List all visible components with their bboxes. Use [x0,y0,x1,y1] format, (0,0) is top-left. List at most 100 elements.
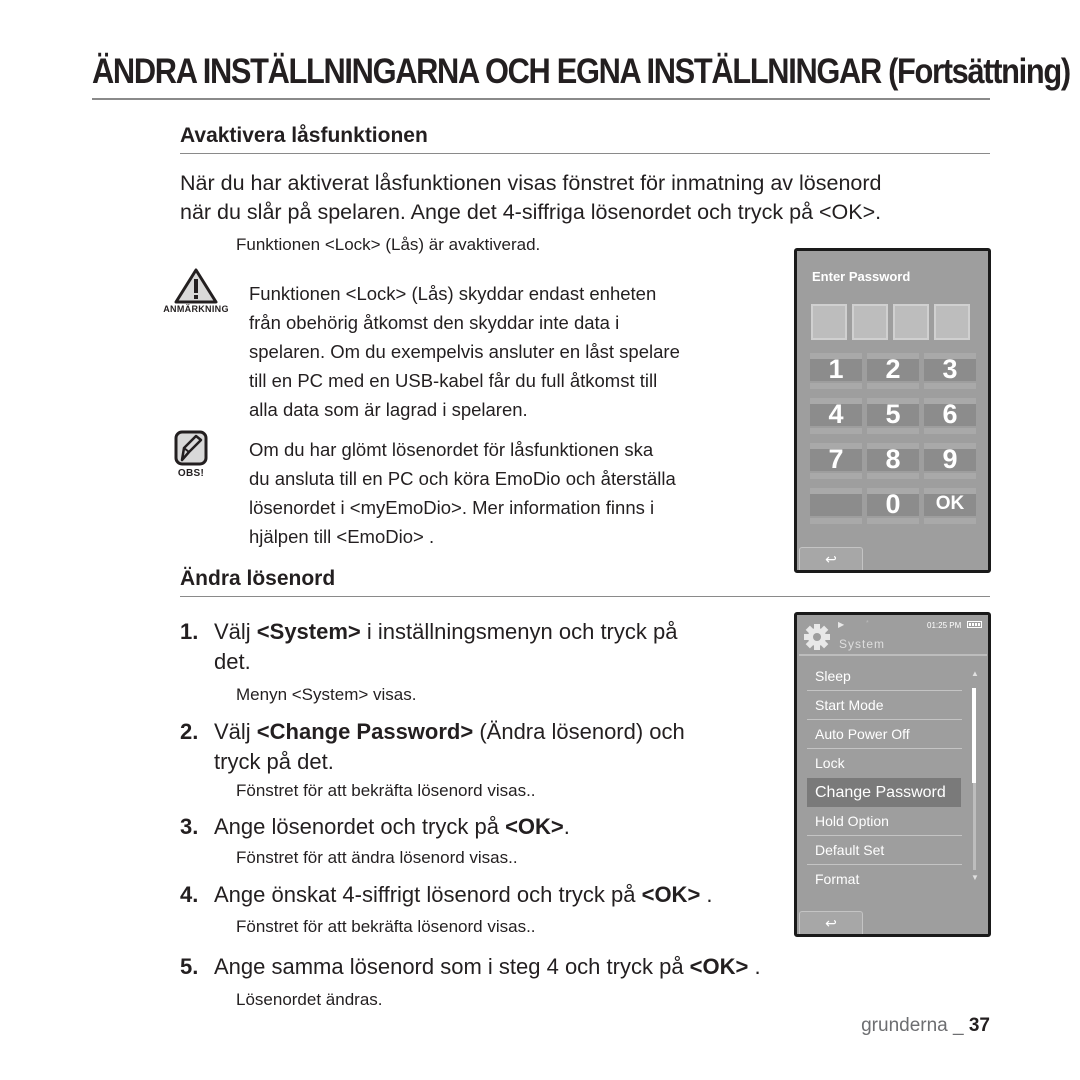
step-text: (Ändra lösenord) och [473,719,685,744]
back-arrow-icon: ↩ [825,551,837,567]
obs-line: Om du har glömt lösenordet för låsfunkti… [249,439,654,460]
clock: 01:25 PM [927,621,962,630]
back-button[interactable]: ↩ [799,547,863,570]
step-text: . [700,882,713,907]
step-2-result: Fönstret för att bekräfta lösenord visas… [236,781,536,800]
password-digit-box [852,304,888,340]
step-keyword: <OK> [505,814,564,839]
page-number: 37 [968,1015,990,1036]
key-label: 6 [942,399,958,429]
note-text: Funktionen <Lock> (Lås) skyddar endast e… [249,279,680,424]
key-3[interactable]: 3 [924,353,976,389]
obs-label: OBS! [177,468,205,479]
step-number: 2. [180,719,199,744]
section-divider [180,153,990,154]
step-text: Ange samma lösenord som i steg 4 och try… [214,954,690,979]
step-5-result: Lösenordet ändras. [236,990,383,1009]
key-6[interactable]: 6 [924,398,976,434]
note-label: ANMÄRKNING [163,304,229,314]
password-screen-title: Enter Password [812,269,911,284]
step-keyword: <OK> [689,954,749,979]
play-icon: ▶ [838,620,845,629]
obs-line: hjälpen till <EmoDio> . [249,526,435,547]
key-5[interactable]: 5 [867,398,919,434]
key-label: 8 [885,444,901,474]
key-9[interactable]: 9 [924,443,976,479]
step-text: Välj [214,719,257,744]
intro-line-1: När du har aktiverat låsfunktionen visas… [180,171,882,195]
back-button[interactable]: ↩ [799,911,863,934]
system-screen: ▶ * 01:25 PM System Sleep Start Mode Aut… [794,612,991,937]
password-digit-boxes [811,304,970,340]
obs-text: Om du har glömt lösenordet för låsfunkti… [249,435,676,551]
password-digit-box [893,304,929,340]
obs-line: du ansluta till en PC och köra EmoDio oc… [249,468,676,489]
battery-icon [967,621,982,628]
back-arrow-icon: ↩ [825,915,837,931]
step-2: 2. Välj <Change Password> (Ändra lösenord… [180,717,685,747]
step-text: . [748,954,761,979]
footer-section: grunderna _ [861,1015,969,1036]
scroll-up-icon[interactable]: ▲ [971,669,979,678]
scroll-down-icon[interactable]: ▼ [971,873,979,882]
step-3-result: Fönstret för att ändra lösenord visas.. [236,848,518,867]
password-digit-box [811,304,847,340]
step-text: Ange lösenordet och tryck på [214,814,506,839]
password-digit-box [934,304,970,340]
step-3: 3. Ange lösenordet och tryck på <OK>. [180,812,570,842]
menu-item-default-set[interactable]: Default Set [807,836,962,865]
step-text: Välj [214,619,257,644]
key-blank [810,488,862,524]
key-4[interactable]: 4 [810,398,862,434]
section-heading-change: Ändra lösenord [180,567,336,590]
note-block-icon: ANMÄRKNING [160,268,232,314]
warning-triangle-icon [174,268,218,304]
step-keyword: <OK> [641,882,701,907]
menu-item-lock[interactable]: Lock [807,749,962,778]
key-label: 3 [942,354,958,384]
key-1[interactable]: 1 [810,353,862,389]
step-number: 4. [180,882,199,907]
password-screen: Enter Password 1 2 3 4 5 6 7 8 9 0 OK ↩ [794,248,991,573]
scrollbar-thumb[interactable] [972,688,976,783]
key-label: 2 [885,354,901,384]
step-keyword: <System> [256,619,361,644]
note-line: från obehörig åtkomst den skyddar inte d… [249,312,620,333]
menu-item-hold-option[interactable]: Hold Option [807,807,962,836]
step-text: . [563,814,570,839]
title-divider [92,98,990,100]
key-label: OK [935,493,965,514]
section-divider [180,596,990,597]
key-ok[interactable]: OK [924,488,976,524]
intro-line-2: när du slår på spelaren. Ange det 4-siff… [180,200,882,224]
menu-item-start-mode[interactable]: Start Mode [807,691,962,720]
key-2[interactable]: 2 [867,353,919,389]
obs-block-icon: OBS! [163,430,219,479]
page-title: ÄNDRA INSTÄLLNINGARNA OCH EGNA INSTÄLLNI… [92,52,1071,91]
step-text: Ange önskat 4-siffrigt lösenord och tryc… [214,882,642,907]
key-8[interactable]: 8 [867,443,919,479]
step-5: 5. Ange samma lösenord som i steg 4 och t… [180,952,761,982]
step-4: 4. Ange önskat 4-siffrigt lösenord och tr… [180,880,713,910]
step-keyword: <Change Password> [256,719,474,744]
page-footer: grunderna _ 37 [861,1015,990,1037]
key-7[interactable]: 7 [810,443,862,479]
key-label: 7 [828,444,844,474]
menu-item-change-password[interactable]: Change Password [807,778,961,807]
pencil-note-icon [174,430,208,466]
key-0[interactable]: 0 [867,488,919,524]
step-number: 1. [180,619,199,644]
step-1: 1. Välj <System> i inställningsmenyn och … [180,617,677,647]
bluetooth-icon: * [866,620,869,627]
deactivate-result: Funktionen <Lock> (Lås) är avaktiverad. [236,235,541,254]
step-number: 3. [180,814,199,839]
key-label: 4 [828,399,844,429]
menu-item-sleep[interactable]: Sleep [807,662,962,691]
keypad: 1 2 3 4 5 6 7 8 9 0 OK [810,353,980,524]
gear-icon [804,624,830,650]
menu-item-auto-power-off[interactable]: Auto Power Off [807,720,962,749]
menu-item-format[interactable]: Format [807,865,962,894]
key-label: 1 [828,354,844,384]
step-number: 5. [180,954,199,979]
section-heading-deactivate: Avaktivera låsfunktionen [180,124,428,147]
